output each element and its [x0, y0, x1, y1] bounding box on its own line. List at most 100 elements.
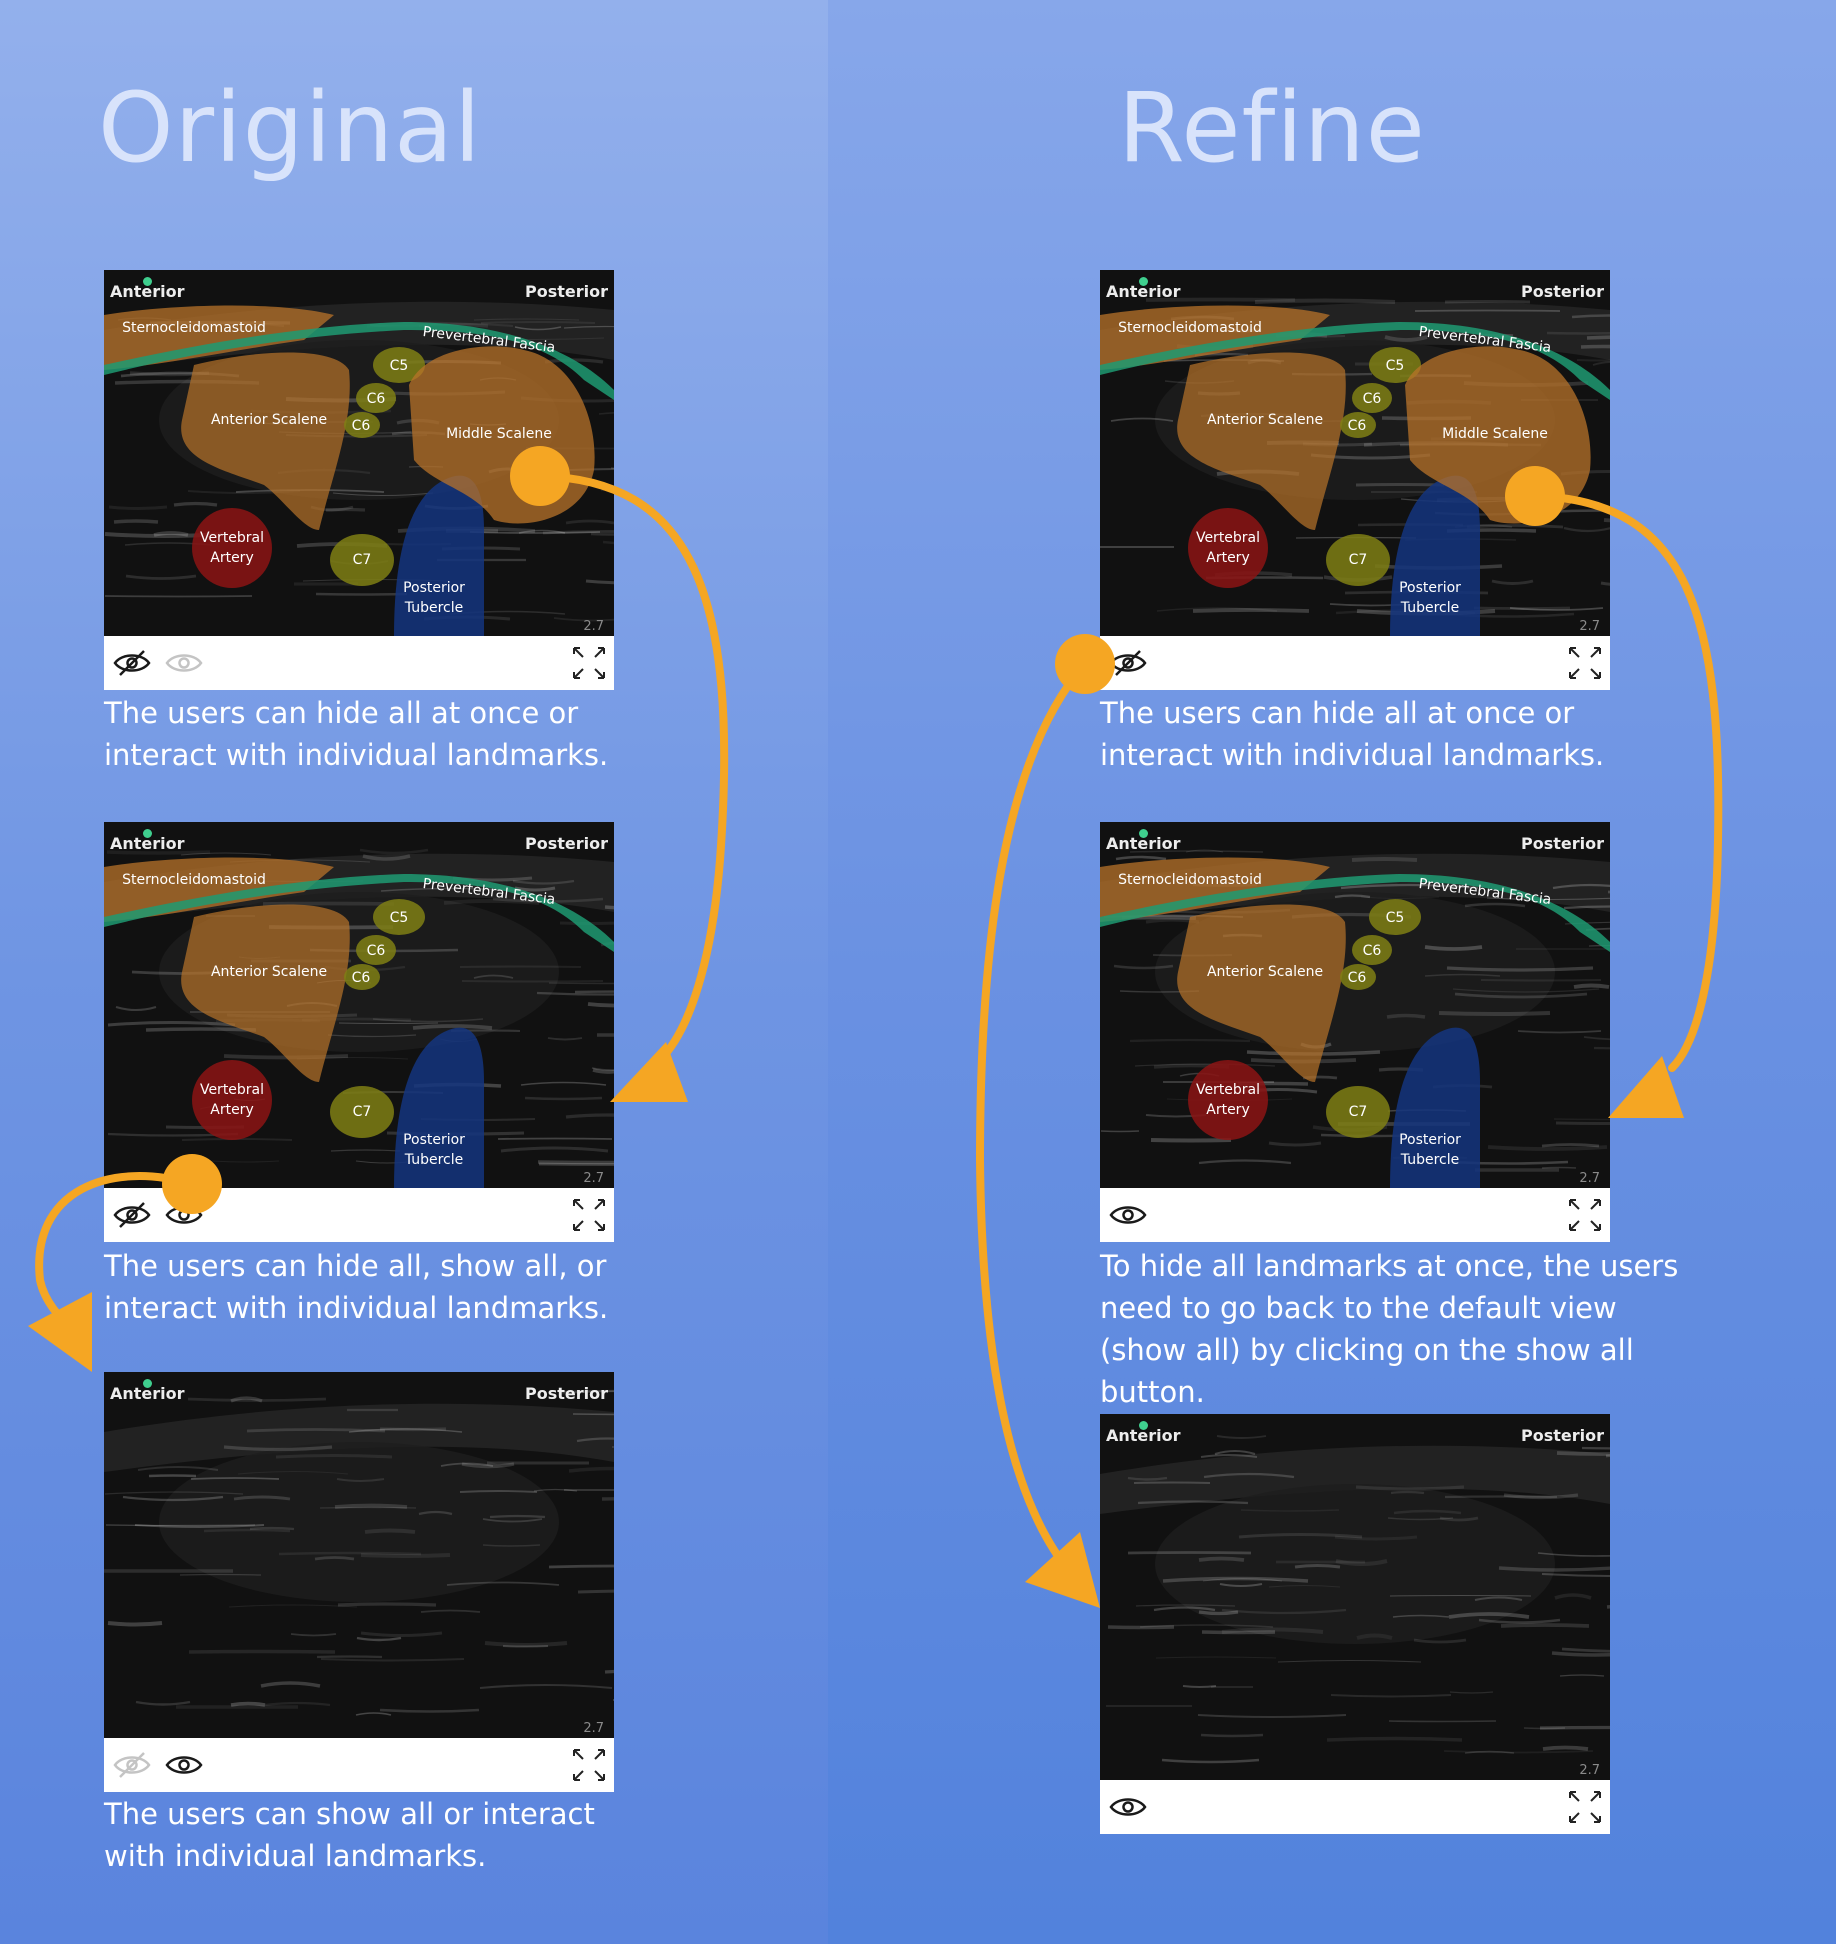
show-all-button[interactable]: [1108, 1793, 1148, 1821]
expand-arrows-icon: [1566, 1199, 1604, 1238]
landmark-label-c5: C5: [1385, 910, 1405, 926]
original-heading: Original: [98, 72, 482, 184]
hide-all-button[interactable]: [112, 649, 152, 677]
expand-arrows-icon: [570, 1749, 608, 1788]
fullscreen-button[interactable]: [570, 644, 608, 682]
landmark-label-posterior-tubercle-1: Posterior: [1399, 1132, 1461, 1148]
eye-slash-icon: [112, 1752, 152, 1783]
landmark-label-c5: C5: [1385, 358, 1405, 374]
eye-icon: [164, 654, 204, 681]
image-toolbar: [1100, 636, 1610, 690]
landmark-label-scm: Sternocleidomastoid: [122, 320, 266, 336]
depth-scale: 2.7: [1579, 619, 1600, 634]
caption-original-1: The users can hide all at once or intera…: [104, 696, 609, 772]
landmark-label-c7: C7: [1348, 552, 1368, 568]
image-toolbar: [104, 636, 614, 690]
ultrasound-image: Sternocleidomastoid Prevertebral Fascia An…: [1100, 270, 1610, 636]
landmark-label-scm: Sternocleidomastoid: [1118, 320, 1262, 336]
ultrasound-panel-original-3: Anterior Posterior 2.7: [104, 1372, 614, 1792]
posterior-label: Posterior: [1521, 282, 1604, 301]
landmark-label-c7: C7: [352, 552, 372, 568]
landmark-label-vertebral-artery-1: Vertebral: [1195, 530, 1261, 546]
landmark-label-c6a: C6: [366, 391, 386, 407]
landmark-label-c5: C5: [389, 358, 409, 374]
hide-all-button[interactable]: [112, 1751, 152, 1779]
ultrasound-panel-refine-2: Sternocleidomastoid Prevertebral Fascia An…: [1100, 822, 1610, 1242]
landmark-label-c7: C7: [1348, 1104, 1368, 1120]
landmark-label-anterior-scalene: Anterior Scalene: [210, 412, 328, 428]
landmark-label-c5: C5: [389, 910, 409, 926]
expand-arrows-icon: [570, 1199, 608, 1238]
landmark-label-posterior-tubercle-1: Posterior: [1399, 580, 1461, 596]
eye-slash-icon: [1108, 650, 1148, 681]
hide-all-button[interactable]: [112, 1201, 152, 1229]
show-all-button[interactable]: [164, 649, 204, 677]
caption-refine-2: To hide all landmarks at once, the users…: [1100, 1249, 1679, 1409]
fullscreen-button[interactable]: [1566, 1196, 1604, 1234]
image-toolbar: [1100, 1188, 1610, 1242]
landmark-label-posterior-tubercle-2: Tubercle: [404, 600, 464, 616]
anterior-label: Anterior: [110, 834, 185, 853]
depth-scale: 2.7: [583, 619, 604, 634]
depth-scale: 2.7: [1579, 1171, 1600, 1186]
landmark-label-anterior-scalene: Anterior Scalene: [1206, 964, 1324, 980]
caption-original-2: The users can hide all, show all, or int…: [104, 1249, 609, 1325]
fullscreen-button[interactable]: [570, 1746, 608, 1784]
anterior-label: Anterior: [1106, 282, 1181, 301]
posterior-label: Posterior: [1521, 834, 1604, 853]
ultrasound-scan: [104, 1372, 614, 1738]
anterior-label: Anterior: [1106, 1426, 1181, 1445]
fullscreen-button[interactable]: [1566, 1788, 1604, 1826]
landmark-label-c6b: C6: [1347, 418, 1367, 434]
ultrasound-image: Anterior Posterior 2.7: [1100, 1414, 1610, 1780]
landmark-label-scm: Sternocleidomastoid: [122, 872, 266, 888]
fullscreen-button[interactable]: [1566, 644, 1604, 682]
eye-icon: [164, 1756, 204, 1783]
posterior-label: Posterior: [525, 282, 608, 301]
expand-arrows-icon: [1566, 647, 1604, 686]
ultrasound-image: Sternocleidomastoid Prevertebral Fascia An…: [104, 270, 614, 636]
landmark-label-c6b: C6: [1347, 970, 1367, 986]
depth-scale: 2.7: [583, 1721, 604, 1736]
eye-slash-icon: [112, 650, 152, 681]
landmark-label-vertebral-artery-1: Vertebral: [199, 1082, 265, 1098]
show-all-button[interactable]: [1108, 1201, 1148, 1229]
ultrasound-panel-refine-1: Sternocleidomastoid Prevertebral Fascia An…: [1100, 270, 1610, 690]
caption-original-3: The users can show all or interact with …: [104, 1797, 595, 1873]
show-all-button[interactable]: [164, 1751, 204, 1779]
ultrasound-image: Sternocleidomastoid Prevertebral Fascia An…: [104, 822, 614, 1188]
show-all-button[interactable]: [164, 1201, 204, 1229]
image-toolbar: [104, 1738, 614, 1792]
eye-slash-icon: [112, 1202, 152, 1233]
landmark-label-vertebral-artery-2: Artery: [210, 1102, 254, 1118]
expand-arrows-icon: [570, 647, 608, 686]
landmark-label-posterior-tubercle-2: Tubercle: [404, 1152, 464, 1168]
landmark-label-vertebral-artery-2: Artery: [210, 550, 254, 566]
landmark-label-middle-scalene: Middle Scalene: [446, 426, 552, 442]
landmark-label-c7: C7: [352, 1104, 372, 1120]
posterior-label: Posterior: [525, 1384, 608, 1403]
posterior-label: Posterior: [525, 834, 608, 853]
landmark-label-c6a: C6: [1362, 391, 1382, 407]
fullscreen-button[interactable]: [570, 1196, 608, 1234]
eye-icon: [1108, 1798, 1148, 1825]
anterior-label: Anterior: [1106, 834, 1181, 853]
expand-arrows-icon: [1566, 1791, 1604, 1830]
landmark-label-middle-scalene: Middle Scalene: [1442, 426, 1548, 442]
ultrasound-panel-refine-3: Anterior Posterior 2.7: [1100, 1414, 1610, 1834]
image-toolbar: [104, 1188, 614, 1242]
caption-refine-1: The users can hide all at once or intera…: [1100, 696, 1605, 772]
anterior-label: Anterior: [110, 1384, 185, 1403]
depth-scale: 2.7: [1579, 1763, 1600, 1778]
ultrasound-panel-original-2: Sternocleidomastoid Prevertebral Fascia An…: [104, 822, 614, 1242]
landmark-label-vertebral-artery-2: Artery: [1206, 550, 1250, 566]
landmark-label-c6b: C6: [351, 418, 371, 434]
landmark-label-posterior-tubercle-1: Posterior: [403, 1132, 465, 1148]
landmark-label-vertebral-artery-1: Vertebral: [1195, 1082, 1261, 1098]
hide-all-button[interactable]: [1108, 649, 1148, 677]
ultrasound-image: Anterior Posterior 2.7: [104, 1372, 614, 1738]
eye-icon: [164, 1206, 204, 1233]
landmark-label-scm: Sternocleidomastoid: [1118, 872, 1262, 888]
image-toolbar: [1100, 1780, 1610, 1834]
landmark-label-vertebral-artery-1: Vertebral: [199, 530, 265, 546]
